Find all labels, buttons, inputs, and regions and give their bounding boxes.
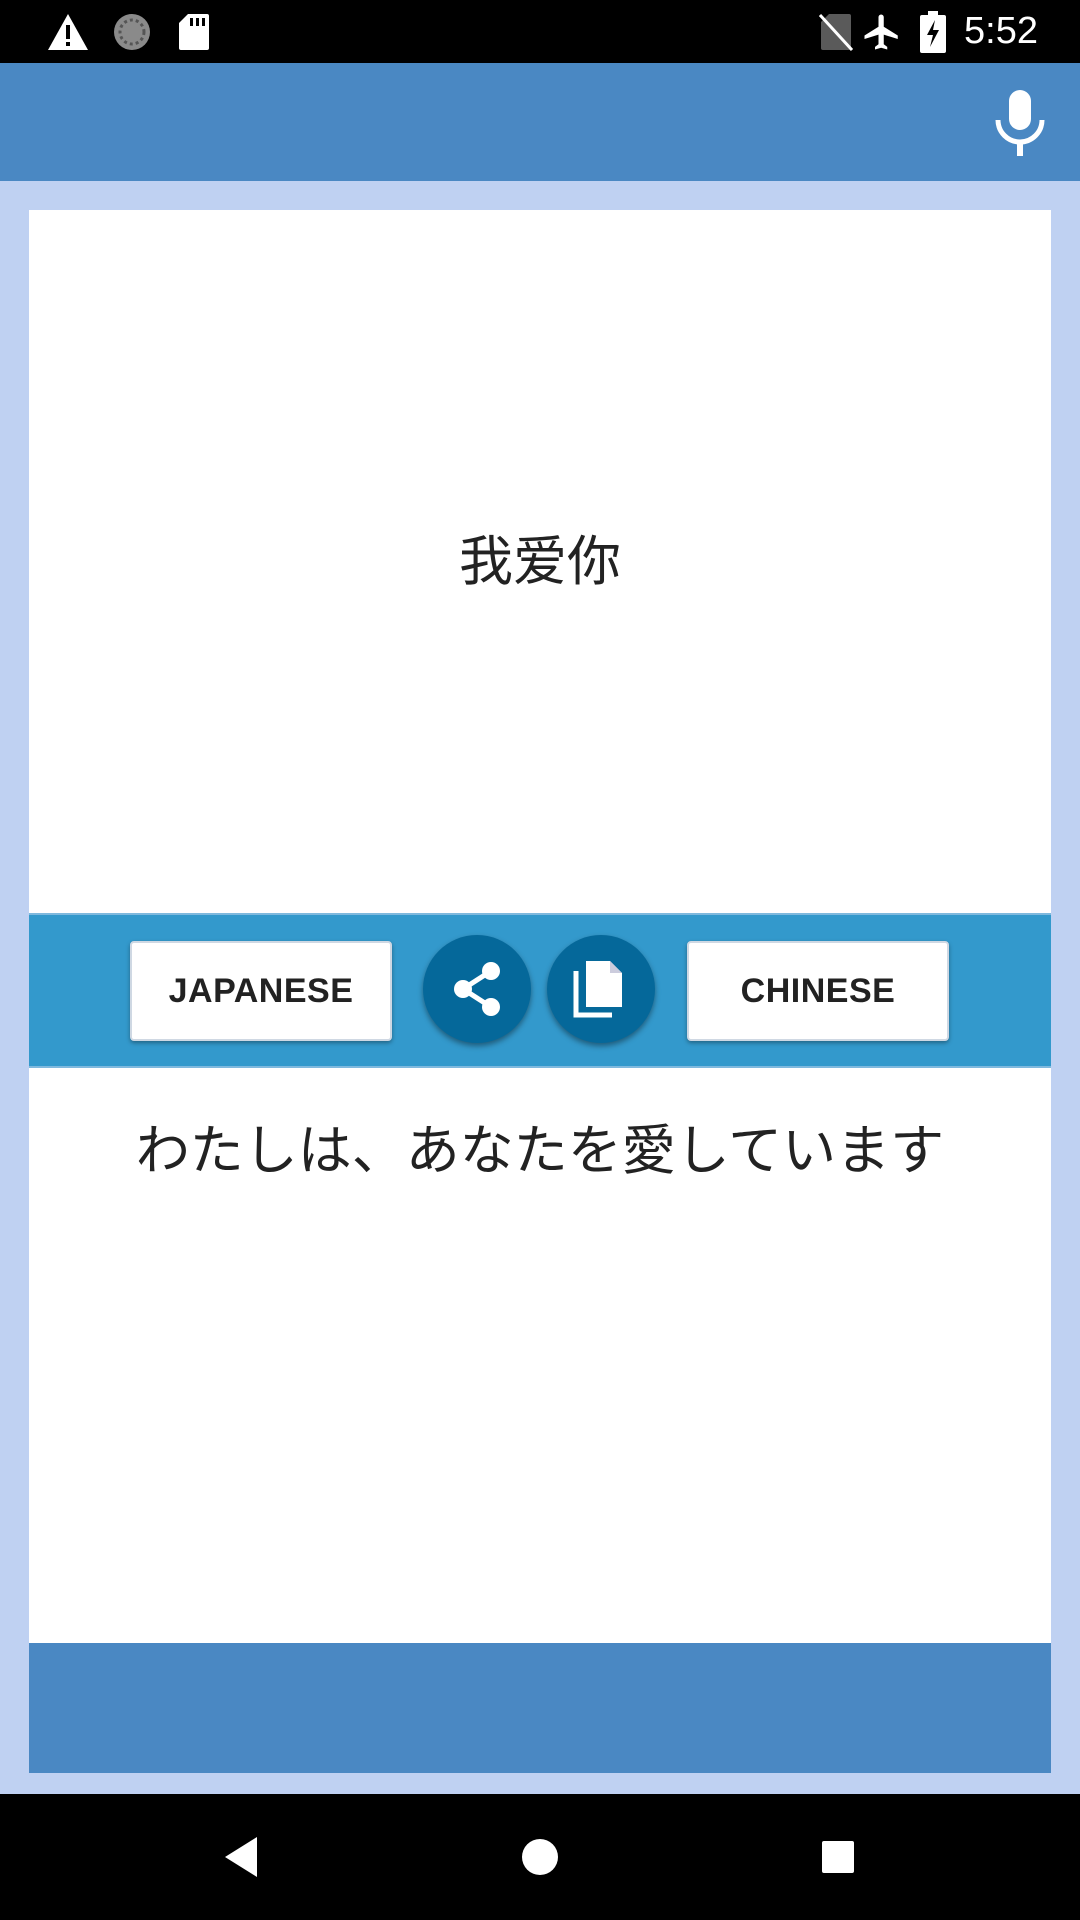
source-text-panel[interactable]: 我爱你 (29, 210, 1051, 913)
translation-panel[interactable]: わたしは、あなたを愛しています (29, 1068, 1051, 1643)
home-icon (522, 1839, 558, 1875)
no-sim-icon (818, 0, 854, 63)
microphone-button[interactable] (982, 83, 1058, 163)
share-button[interactable] (423, 935, 531, 1043)
back-icon (225, 1837, 257, 1877)
app-bar (0, 63, 1080, 181)
content-area: 我爱你 JAPANESE CHINESE わたしは、あなたを愛しています (0, 181, 1080, 1794)
sd-card-icon (176, 0, 212, 63)
ad-banner[interactable] (29, 1643, 1051, 1773)
microphone-icon (995, 90, 1045, 156)
navigation-bar (0, 1794, 1080, 1920)
translation-text: わたしは、あなたを愛しています (135, 1119, 945, 1182)
controls-bar: JAPANESE CHINESE (29, 913, 1051, 1068)
warning-icon (46, 0, 90, 63)
copy-button[interactable] (547, 935, 655, 1043)
recents-icon (822, 1841, 854, 1873)
recents-button[interactable] (803, 1822, 873, 1892)
source-language-button[interactable]: JAPANESE (130, 941, 392, 1041)
back-button[interactable] (206, 1822, 276, 1892)
home-button[interactable] (505, 1822, 575, 1892)
copy-icon (573, 961, 622, 1018)
share-icon (454, 962, 500, 1016)
status-bar: 5:52 (0, 0, 1080, 63)
status-time: 5:52 (964, 10, 1038, 52)
screen: 5:52 我爱你 JAPANESE CHINESE わたしは、あなたを愛していま… (0, 0, 1080, 1920)
airplane-icon (860, 0, 904, 63)
sync-circle-icon (110, 0, 154, 63)
source-text: 我爱你 (459, 530, 621, 593)
target-language-button[interactable]: CHINESE (687, 941, 949, 1041)
battery-charging-icon (918, 0, 948, 63)
